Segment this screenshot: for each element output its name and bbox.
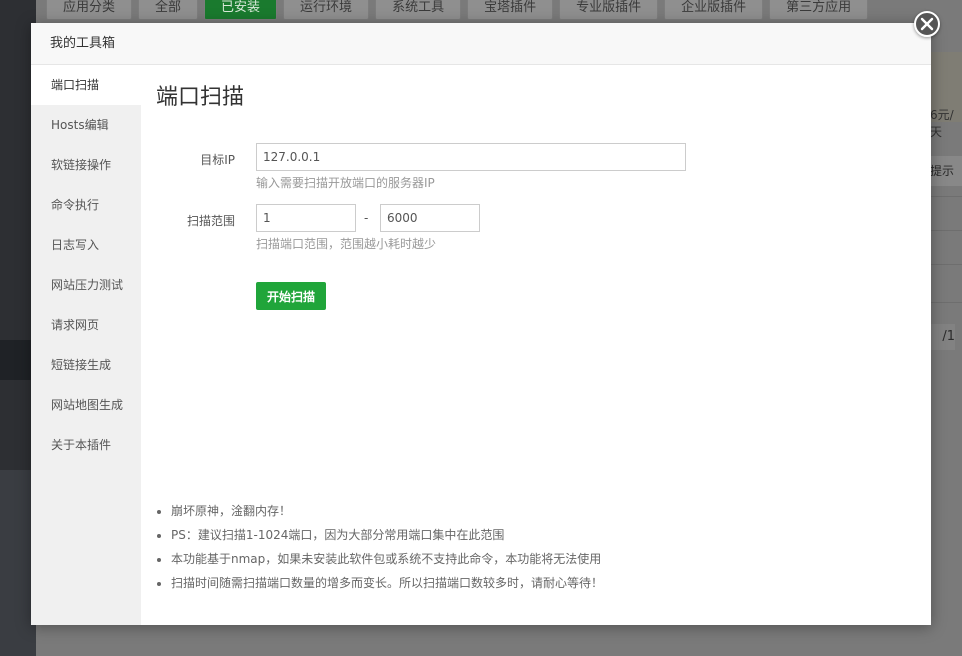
background-tab-active: 已安装	[204, 0, 278, 20]
sidebar-item-short-link[interactable]: 短链接生成	[31, 345, 141, 385]
sidebar-item-request-page[interactable]: 请求网页	[31, 305, 141, 345]
port-end-input[interactable]	[380, 204, 480, 232]
target-ip-input[interactable]	[256, 143, 686, 171]
scan-range-hint: 扫描端口范围，范围越小耗时越少	[256, 237, 437, 251]
sidebar-item-port-scan[interactable]: 端口扫描	[31, 65, 141, 105]
close-icon	[920, 17, 934, 31]
background-tab: 第三方应用	[769, 0, 869, 20]
port-scan-panel: 端口扫描 目标IP 输入需要扫描开放端口的服务器IP 扫描范围 - 扫描端口范围…	[141, 65, 931, 625]
list-item: PS：建议扫描1-1024端口，因为大部分常用端口集中在此范围	[171, 523, 603, 547]
sidebar-item-sitemap[interactable]: 网站地图生成	[31, 385, 141, 425]
background-tab: 宝塔插件	[467, 0, 554, 20]
sidebar-item-hosts-edit[interactable]: Hosts编辑	[31, 105, 141, 145]
dialog-body: 端口扫描 Hosts编辑 软链接操作 命令执行 日志写入 网站压力测试 请求网页…	[31, 65, 931, 625]
list-item: 本功能基于nmap，如果未安装此软件包或系统不支持此命令，本功能将无法使用	[171, 547, 603, 571]
sidebar-item-command-exec[interactable]: 命令执行	[31, 185, 141, 225]
list-item: 扫描时间随需扫描端口数量的增多而变长。所以扫描端口数较多时，请耐心等待！	[171, 571, 603, 595]
background-tab: 系统工具	[375, 0, 462, 20]
target-ip-label: 目标IP	[200, 153, 235, 167]
background-button: 提示	[930, 156, 962, 186]
screen: 应用分类 全部 已安装 运行环境 系统工具 宝塔插件 专业版插件 企业版插件 第…	[0, 0, 962, 656]
background-divider	[930, 230, 962, 231]
sidebar-item-symlink[interactable]: 软链接操作	[31, 145, 141, 185]
background-tab: 全部	[138, 0, 199, 20]
background-tab-bar: 应用分类 全部 已安装 运行环境 系统工具 宝塔插件 专业版插件 企业版插件 第…	[46, 0, 869, 20]
scan-range-label: 扫描范围	[186, 214, 235, 228]
background-divider	[930, 196, 962, 197]
background-tab: 企业版插件	[664, 0, 764, 20]
target-ip-hint: 输入需要扫描开放端口的服务器IP	[256, 176, 435, 190]
port-start-input[interactable]	[256, 204, 356, 232]
close-button[interactable]	[914, 11, 940, 37]
page-title: 端口扫描	[156, 85, 245, 110]
sidebar-item-about[interactable]: 关于本插件	[31, 425, 141, 465]
background-tab: 运行环境	[283, 0, 370, 20]
range-separator: -	[364, 211, 369, 225]
sidebar-item-stress-test[interactable]: 网站压力测试	[31, 265, 141, 305]
background-tab: 应用分类	[46, 0, 133, 20]
tips-list: 崩坏原神，淦翻内存！ PS：建议扫描1-1024端口，因为大部分常用端口集中在此…	[141, 499, 603, 595]
tool-sidebar: 端口扫描 Hosts编辑 软链接操作 命令执行 日志写入 网站压力测试 请求网页…	[31, 65, 141, 625]
dialog-title: 我的工具箱	[31, 23, 931, 65]
background-price-text: 6元/天	[930, 108, 954, 139]
list-item: 崩坏原神，淦翻内存！	[171, 499, 603, 523]
background-divider	[930, 302, 962, 303]
background-divider	[930, 264, 962, 265]
toolbox-dialog: 我的工具箱 端口扫描 Hosts编辑 软链接操作 命令执行 日志写入 网站压力测…	[31, 23, 931, 625]
start-scan-button[interactable]: 开始扫描	[256, 282, 326, 310]
background-tab: 专业版插件	[559, 0, 659, 20]
sidebar-item-log-write[interactable]: 日志写入	[31, 225, 141, 265]
